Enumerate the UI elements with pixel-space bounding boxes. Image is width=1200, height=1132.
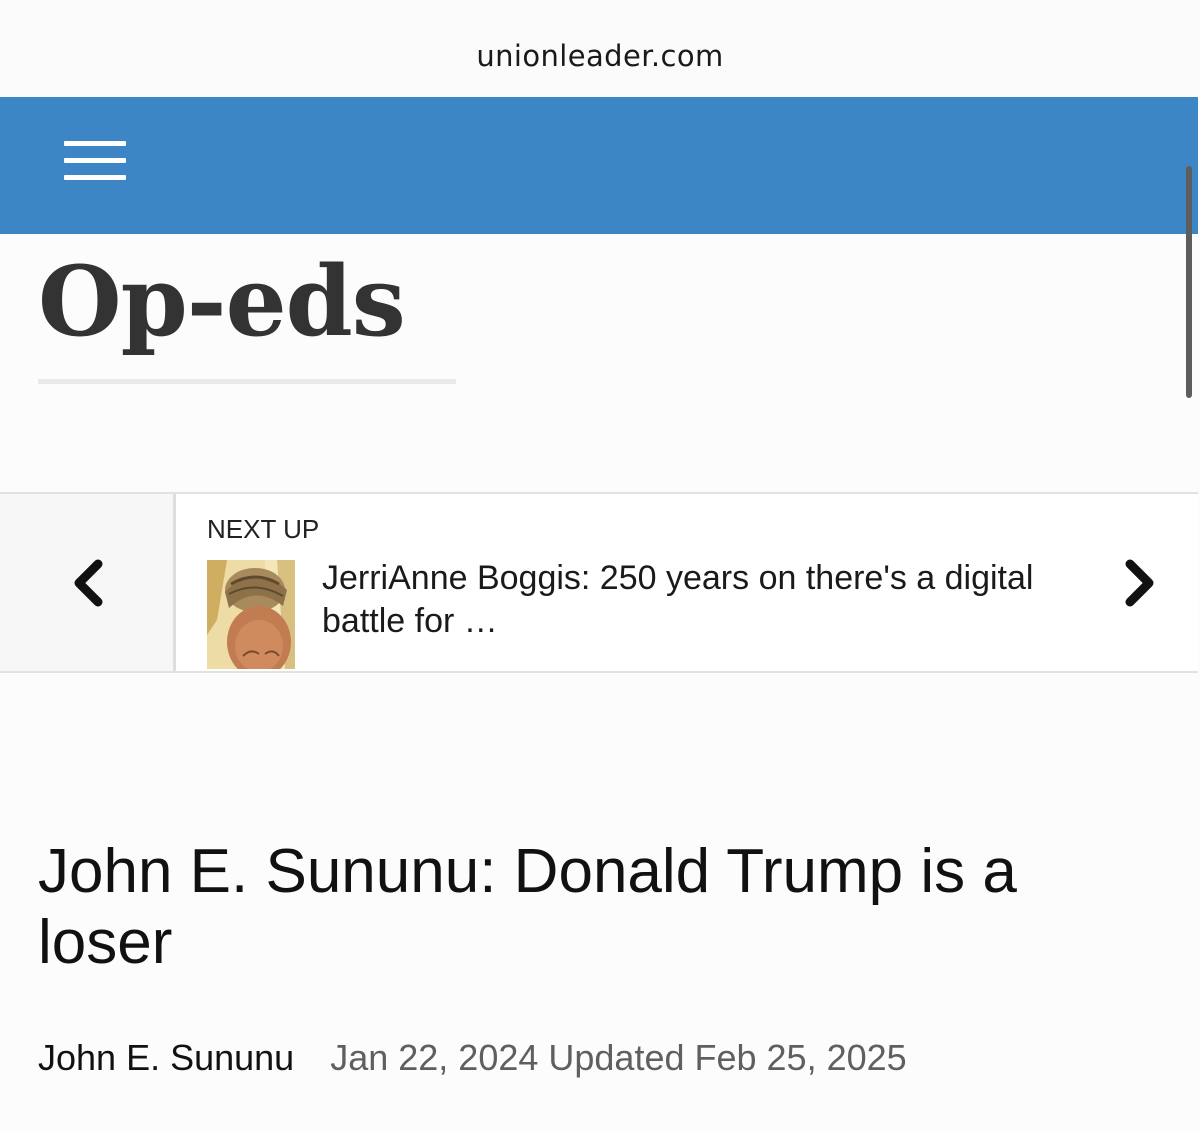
next-article-thumbnail[interactable] [207, 560, 295, 669]
next-up-label: NEXT UP [207, 514, 320, 544]
next-up-carousel: NEXT UP JerriAnne Boggis: 250 years on t… [0, 492, 1198, 673]
section-title-divider [38, 379, 456, 384]
article-dates: Jan 22, 2024 Updated Feb 25, 2025 [330, 1037, 907, 1078]
chevron-right-icon [1125, 559, 1154, 607]
author-link[interactable]: John E. Sununu [38, 1037, 294, 1078]
hamburger-menu-icon[interactable] [64, 141, 126, 181]
chevron-left-icon [74, 559, 103, 607]
article-title: John E. Sununu: Donald Trump is a loser [38, 837, 1017, 977]
next-article-headline-link[interactable]: JerriAnne Boggis: 250 years on there's a… [322, 557, 1042, 643]
section-title: Op-eds [38, 245, 406, 358]
previous-article-button[interactable] [0, 494, 176, 671]
page-scrollbar[interactable] [1186, 166, 1192, 398]
url-text[interactable]: unionleader.com [0, 38, 1200, 74]
site-header [0, 97, 1198, 234]
browser-url-bar[interactable]: unionleader.com [0, 0, 1200, 97]
article-byline: John E. Sununu Jan 22, 2024 Updated Feb 2… [38, 1036, 907, 1080]
next-article-button[interactable] [1112, 554, 1164, 614]
